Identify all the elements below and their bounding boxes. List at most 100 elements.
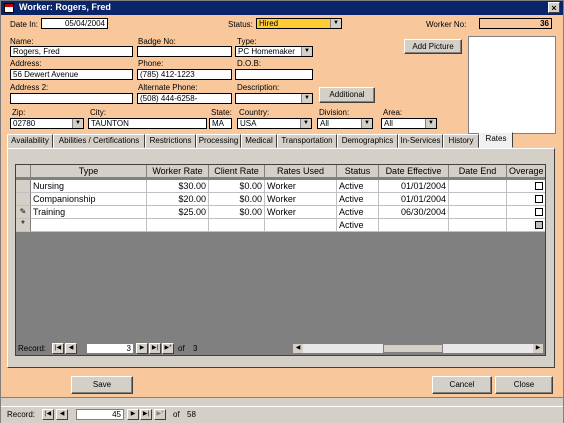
save-button[interactable]: Save [71, 376, 133, 394]
close-window-button[interactable]: × [548, 2, 560, 13]
tab-processing[interactable]: Processing [196, 134, 241, 148]
cell-type[interactable]: Companionship [31, 193, 147, 206]
chevron-down-icon[interactable]: ▼ [300, 119, 311, 128]
scroll-right-icon[interactable]: ▶ [533, 344, 543, 353]
col-date-effective[interactable]: Date Effective [379, 165, 449, 178]
cell-rates-used[interactable]: Worker [265, 193, 337, 206]
date-in-field[interactable]: 05/04/2004 [41, 18, 108, 29]
first-record-icon[interactable]: |◀ [42, 409, 54, 420]
col-status[interactable]: Status [337, 165, 379, 178]
cell-date-end[interactable] [449, 206, 507, 219]
cell-client-rate[interactable]: $0.00 [209, 180, 265, 193]
scroll-left-icon[interactable]: ◀ [293, 344, 303, 353]
new-record-icon[interactable]: ▶* [154, 409, 166, 420]
state-field[interactable]: MA [209, 118, 232, 129]
tab-availability[interactable]: Availability [7, 134, 53, 148]
col-client-rate[interactable]: Client Rate [209, 165, 265, 178]
chevron-down-icon[interactable]: ▼ [361, 119, 372, 128]
cell-client-rate[interactable]: $0.00 [209, 206, 265, 219]
last-record-icon[interactable]: ▶| [140, 409, 152, 420]
col-overage[interactable]: Overage A [507, 165, 545, 178]
tab-rates[interactable]: Rates [479, 132, 513, 148]
cell-status[interactable]: Active [337, 180, 379, 193]
description-select[interactable]: ▼ [235, 93, 313, 104]
tab-medical[interactable]: Medical [241, 134, 277, 148]
new-record-icon[interactable]: * [16, 219, 31, 232]
chevron-down-icon[interactable]: ▼ [301, 94, 312, 103]
col-type[interactable]: Type [31, 165, 147, 178]
country-select[interactable]: USA ▼ [237, 118, 312, 129]
cell-status[interactable]: Active [337, 193, 379, 206]
cell-rates-used[interactable]: Worker [265, 180, 337, 193]
first-record-icon[interactable]: |◀ [52, 343, 64, 354]
worker-picture[interactable] [468, 36, 556, 134]
close-button[interactable]: Close [495, 376, 553, 394]
row-selector[interactable] [16, 180, 31, 193]
cell-worker-rate[interactable]: $30.00 [147, 180, 209, 193]
cell-date-effective[interactable]: 01/01/2004 [379, 193, 449, 206]
last-record-icon[interactable]: ▶| [149, 343, 161, 354]
tab-demographics[interactable]: Demographics [337, 134, 398, 148]
cell-worker-rate[interactable]: $20.00 [147, 193, 209, 206]
col-date-end[interactable]: Date End [449, 165, 507, 178]
cell-type[interactable] [31, 219, 147, 232]
prev-record-icon[interactable]: ◀ [56, 409, 68, 420]
city-field[interactable]: TAUNTON [88, 118, 207, 129]
new-record-icon[interactable]: ▶* [162, 343, 174, 354]
chevron-down-icon[interactable]: ▼ [330, 19, 341, 28]
prev-record-icon[interactable]: ◀ [65, 343, 77, 354]
address2-field[interactable] [10, 93, 133, 104]
cell-rates-used[interactable]: Worker [265, 206, 337, 219]
chevron-down-icon[interactable]: ▼ [425, 119, 436, 128]
tab-in-services[interactable]: In-Services [398, 134, 443, 148]
cell-date-effective[interactable] [379, 219, 449, 232]
overage-checkbox[interactable] [535, 182, 543, 190]
add-picture-button[interactable]: Add Picture [404, 39, 462, 54]
grid-corner[interactable] [16, 165, 31, 178]
horizontal-scrollbar[interactable]: ◀ ▶ [292, 343, 544, 354]
phone-field[interactable]: (785) 412-1223 [137, 69, 232, 80]
cell-type[interactable]: Training [31, 206, 147, 219]
cell-date-end[interactable] [449, 219, 507, 232]
zip-select[interactable]: 02780 ▼ [10, 118, 84, 129]
overage-checkbox[interactable] [535, 221, 543, 229]
subform-record-number[interactable]: 3 [86, 343, 134, 354]
overage-checkbox[interactable] [535, 208, 543, 216]
address-field[interactable]: 56 Dewert Avenue [10, 69, 133, 80]
badge-field[interactable] [137, 46, 232, 57]
cell-date-effective[interactable]: 06/30/2004 [379, 206, 449, 219]
alt-phone-field[interactable]: (508) 444-6258- [137, 93, 232, 104]
overage-checkbox[interactable] [535, 195, 543, 203]
additional-button[interactable]: Additional [319, 87, 375, 103]
scroll-thumb[interactable] [383, 344, 443, 353]
division-select[interactable]: All ▼ [317, 118, 373, 129]
type-select[interactable]: PC Homemaker ▼ [235, 46, 313, 57]
col-worker-rate[interactable]: Worker Rate [147, 165, 209, 178]
tab-abilities-certifications[interactable]: Abilities / Certifications [53, 134, 145, 148]
cell-date-effective[interactable]: 01/01/2004 [379, 180, 449, 193]
dob-field[interactable] [235, 69, 313, 80]
cell-client-rate[interactable]: $0.00 [209, 193, 265, 206]
cell-date-end[interactable] [449, 180, 507, 193]
cell-rates-used[interactable] [265, 219, 337, 232]
cell-status[interactable]: Active [337, 206, 379, 219]
next-record-icon[interactable]: ▶ [127, 409, 139, 420]
cell-worker-rate[interactable]: $25.00 [147, 206, 209, 219]
chevron-down-icon[interactable]: ▼ [301, 47, 312, 56]
status-select[interactable]: Hired ▼ [256, 18, 342, 29]
cell-date-end[interactable] [449, 193, 507, 206]
edit-row-icon[interactable]: ✎ [16, 206, 31, 219]
name-field[interactable]: Rogers, Fred [10, 46, 133, 57]
cell-client-rate[interactable] [209, 219, 265, 232]
cancel-button[interactable]: Cancel [432, 376, 492, 394]
tab-transportation[interactable]: Transportation [277, 134, 337, 148]
next-record-icon[interactable]: ▶ [136, 343, 148, 354]
row-selector[interactable] [16, 193, 31, 206]
tab-history[interactable]: History [443, 134, 479, 148]
cell-worker-rate[interactable] [147, 219, 209, 232]
col-rates-used[interactable]: Rates Used [265, 165, 337, 178]
cell-type[interactable]: Nursing [31, 180, 147, 193]
tab-restrictions[interactable]: Restrictions [145, 134, 196, 148]
area-select[interactable]: All ▼ [381, 118, 437, 129]
worker-no-field[interactable]: 36 [479, 18, 552, 29]
